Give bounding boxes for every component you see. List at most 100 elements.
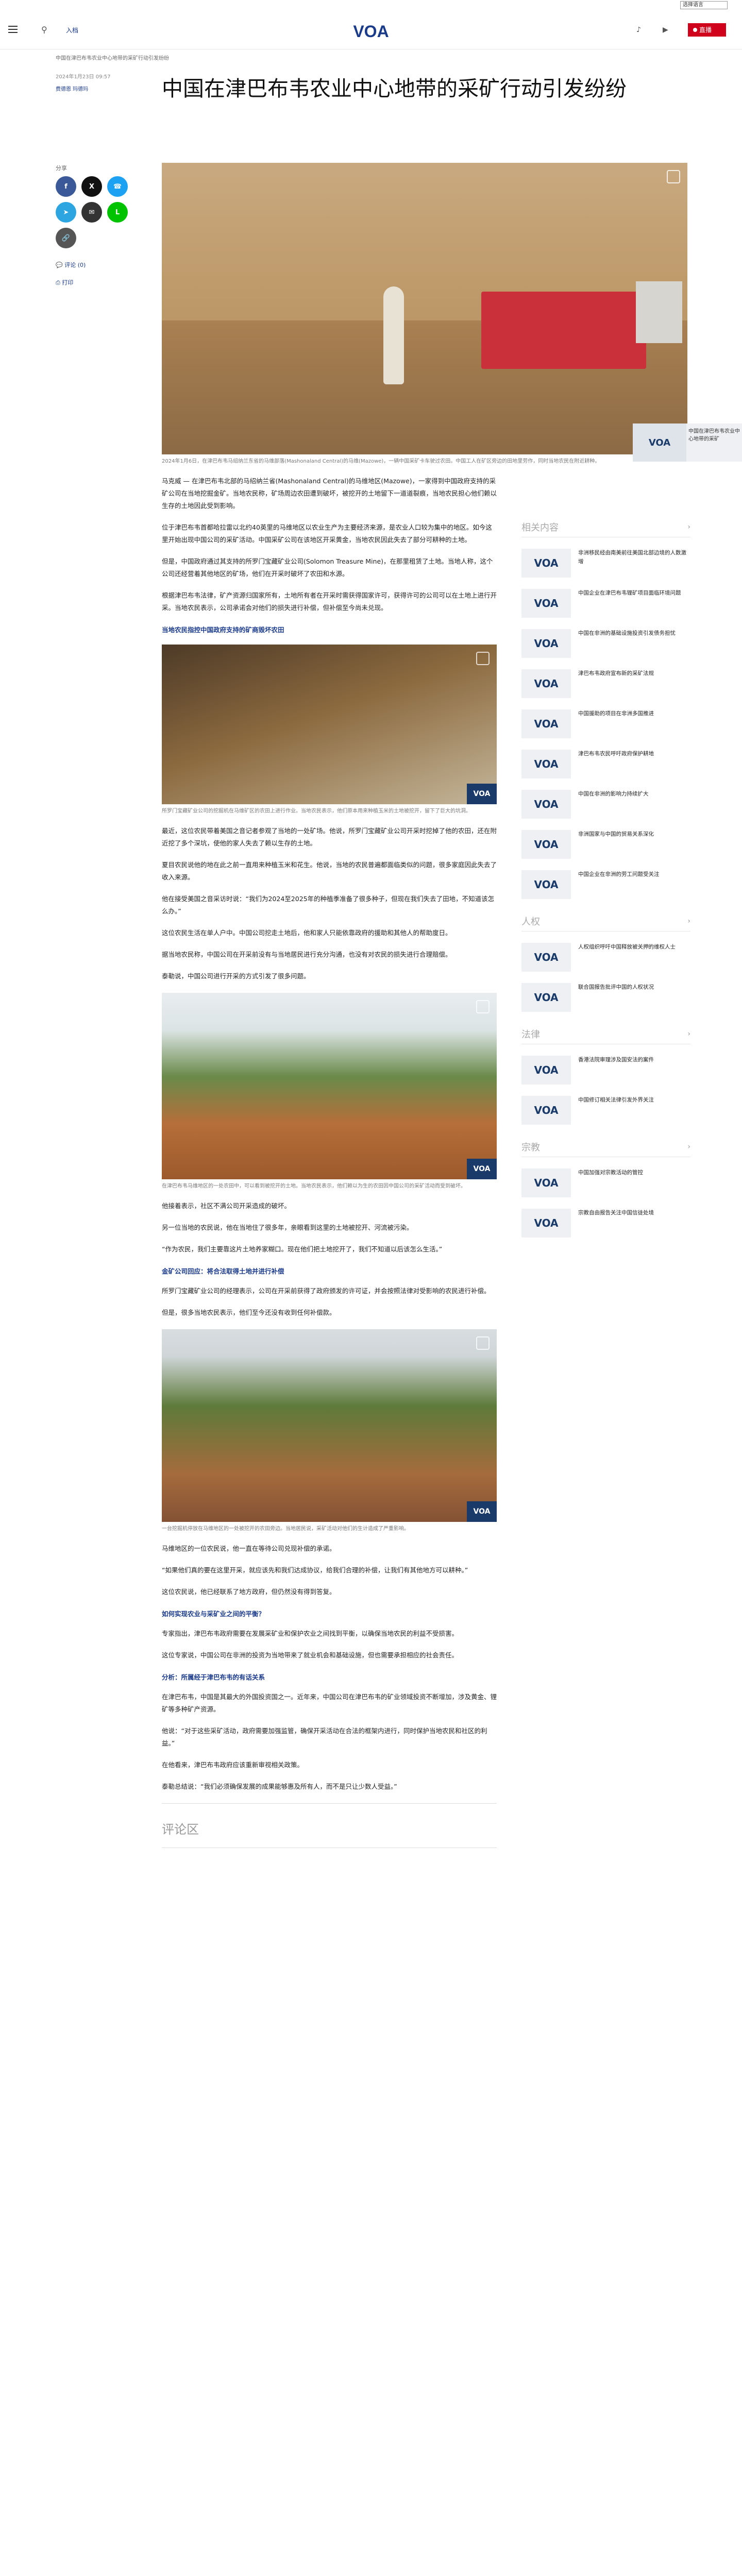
sidebar-article-item[interactable]: VOA 津巴布韦农民呼吁政府保护耕地 bbox=[521, 750, 690, 778]
video-title[interactable]: 中国在津巴布韦农业中心地带的采矿 bbox=[688, 428, 740, 443]
paragraph: 这位专家说，中国公司在非洲的投资为当地带来了就业机会和基础设施，但也需要承担相应… bbox=[162, 1651, 459, 1659]
sidebar-section: 宗教 › VOA 中国加强对宗教活动的管控 VOA 宗教自由报告关注中国信徒处境 bbox=[521, 1140, 690, 1238]
article-thumbnail[interactable]: VOA bbox=[521, 790, 571, 819]
expand-icon[interactable] bbox=[476, 1336, 490, 1350]
floating-video-player[interactable]: VOA 中国在津巴布韦农业中心地带的采矿 bbox=[633, 423, 742, 462]
sidebar-section-title[interactable]: 人权 › bbox=[521, 914, 690, 931]
chevron-right-icon[interactable]: › bbox=[687, 1143, 690, 1151]
chevron-right-icon[interactable]: › bbox=[687, 917, 690, 925]
sidebar-article-title[interactable]: 津巴布韦政府宣布新的采矿法规 bbox=[578, 669, 654, 698]
expand-icon[interactable] bbox=[476, 652, 490, 665]
sidebar-article-item[interactable]: VOA 中国企业在非洲的劳工问题受关注 bbox=[521, 870, 690, 899]
print-link[interactable]: ⎙ 打印 bbox=[56, 278, 73, 286]
comments-link[interactable]: 💬 评论 (0) bbox=[56, 261, 86, 269]
sidebar-article-title[interactable]: 宗教自由报告关注中国信徒处境 bbox=[578, 1209, 654, 1238]
author-link[interactable]: 费德恩 玛德玛 bbox=[56, 84, 88, 92]
publish-date: 2024年1月23日 09:57 bbox=[56, 74, 111, 80]
sidebar-article-item[interactable]: VOA 中国修订相关法律引发外界关注 bbox=[521, 1096, 690, 1125]
figure-image[interactable]: VOA bbox=[162, 993, 497, 1179]
figure-image[interactable]: VOA bbox=[162, 1329, 497, 1522]
sidebar-section-title[interactable]: 相关内容 › bbox=[521, 520, 690, 537]
sidebar-article-title[interactable]: 中国在非洲的基础设施投资引发债务担忧 bbox=[578, 629, 676, 658]
article-thumbnail[interactable]: VOA bbox=[521, 830, 571, 859]
hero-caption: 2024年1月6日，在津巴布韦马绍纳兰东省的马维部落(Mashonaland C… bbox=[162, 459, 600, 464]
article-thumbnail[interactable]: VOA bbox=[521, 1168, 571, 1197]
sidebar-article-title[interactable]: 非洲移民经由南美前往美国北部边境的人数激增 bbox=[578, 549, 690, 578]
figure-caption: 所罗门宝藏矿业公司的挖掘机在马维矿区的农田上进行作业。当地农民表示，他们原本用来… bbox=[162, 808, 471, 814]
paragraph: 泰勒说，中国公司进行开采的方式引发了很多问题。 bbox=[162, 972, 310, 980]
article-thumbnail[interactable]: VOA bbox=[521, 589, 571, 618]
article-thumbnail[interactable]: VOA bbox=[521, 549, 571, 578]
sidebar-article-title[interactable]: 人权组织呼吁中国释放被关押的维权人士 bbox=[578, 943, 676, 972]
article-thumbnail[interactable]: VOA bbox=[521, 709, 571, 738]
sidebar-article-title[interactable]: 中国企业在津巴布韦锂矿项目面临环境问题 bbox=[578, 589, 681, 618]
sidebar-section-title[interactable]: 宗教 › bbox=[521, 1140, 690, 1157]
sidebar-article-title[interactable]: 中国在非洲的影响力持续扩大 bbox=[578, 790, 649, 819]
expand-icon[interactable] bbox=[476, 1000, 490, 1013]
article-thumbnail[interactable]: VOA bbox=[521, 870, 571, 899]
line-icon[interactable]: L bbox=[107, 202, 128, 223]
sidebar-article-title[interactable]: 中国援助的项目在非洲多国推进 bbox=[578, 709, 654, 738]
paragraph: 他在接受美国之音采访时说：“我们为2024至2025年的种植季准备了很多种子，但… bbox=[162, 895, 495, 915]
sidebar-article-item[interactable]: VOA 中国在非洲的影响力持续扩大 bbox=[521, 790, 690, 819]
paragraph: 这位农民生活在单人户中。中国公司挖走土地后，他和家人只能依靠政府的援助和其他人的… bbox=[162, 929, 452, 937]
sidebar-article-item[interactable]: VOA 津巴布韦政府宣布新的采矿法规 bbox=[521, 669, 690, 698]
paragraph: 泰勒总结说：“我们必须确保发展的成果能够惠及所有人，而不是只让少数人受益。” bbox=[162, 1783, 397, 1790]
sidebar-article-title[interactable]: 非洲国家与中国的贸易关系深化 bbox=[578, 830, 654, 859]
whatsapp-icon[interactable]: ☎ bbox=[107, 176, 128, 197]
chevron-right-icon[interactable]: › bbox=[687, 523, 690, 531]
voa-logo-text: VOA bbox=[353, 22, 389, 41]
article-thumbnail[interactable]: VOA bbox=[521, 1056, 571, 1084]
breadcrumb[interactable]: 中国在津巴布韦农业中心地带的采矿行动引发纷纷 bbox=[56, 54, 169, 61]
article-thumbnail[interactable]: VOA bbox=[521, 943, 571, 972]
sidebar-article-item[interactable]: VOA 香港法院审理涉及国安法的案件 bbox=[521, 1056, 690, 1084]
sidebar-article-item[interactable]: VOA 宗教自由报告关注中国信徒处境 bbox=[521, 1209, 690, 1238]
sidebar-article-title[interactable]: 中国修订相关法律引发外界关注 bbox=[578, 1096, 654, 1125]
figure-image[interactable]: VOA bbox=[162, 645, 497, 804]
article-thumbnail[interactable]: VOA bbox=[521, 750, 571, 778]
telegram-icon[interactable]: ➤ bbox=[56, 202, 76, 223]
sidebar-article-title[interactable]: 中国加强对宗教活动的管控 bbox=[578, 1168, 643, 1197]
sidebar-article-item[interactable]: VOA 中国企业在津巴布韦锂矿项目面临环境问题 bbox=[521, 589, 690, 618]
sidebar-article-item[interactable]: VOA 非洲移民经由南美前往美国北部边境的人数激增 bbox=[521, 549, 690, 578]
voa-logo[interactable]: VOA bbox=[345, 20, 397, 42]
copy-link-icon[interactable]: 🔗 bbox=[56, 228, 76, 248]
sidebar-article-item[interactable]: VOA 联合国报告批评中国的人权状况 bbox=[521, 983, 690, 1012]
chevron-right-icon[interactable]: › bbox=[687, 1030, 690, 1038]
person-shape bbox=[383, 286, 404, 384]
sidebar-article-item[interactable]: VOA 中国加强对宗教活动的管控 bbox=[521, 1168, 690, 1197]
email-icon[interactable]: ✉ bbox=[81, 202, 102, 223]
article-thumbnail[interactable]: VOA bbox=[521, 629, 571, 658]
sidebar-article-item[interactable]: VOA 非洲国家与中国的贸易关系深化 bbox=[521, 830, 690, 859]
expand-icon[interactable] bbox=[667, 170, 680, 183]
article-thumbnail[interactable]: VOA bbox=[521, 1209, 571, 1238]
video-icon[interactable]: ▶ bbox=[663, 26, 668, 34]
x-twitter-icon[interactable]: X bbox=[81, 176, 102, 197]
sidebar-article-title[interactable]: 中国企业在非洲的劳工问题受关注 bbox=[578, 870, 660, 899]
facebook-icon[interactable]: f bbox=[56, 176, 76, 197]
paragraph: “作为农民，我们主要靠这片土地养家糊口。现在他们把土地挖开了，我们不知道以后该怎… bbox=[162, 1245, 443, 1253]
article-thumbnail[interactable]: VOA bbox=[521, 1096, 571, 1125]
sidebar-article-title[interactable]: 津巴布韦农民呼吁政府保护耕地 bbox=[578, 750, 654, 778]
paragraph: 他接着表示，社区不满公司开采造成的破坏。 bbox=[162, 1202, 291, 1210]
menu-icon[interactable] bbox=[8, 26, 18, 35]
archive-link[interactable]: 入档 bbox=[66, 26, 78, 35]
sidebar-article-item[interactable]: VOA 中国援助的项目在非洲多国推进 bbox=[521, 709, 690, 738]
sidebar-article-title[interactable]: 香港法院审理涉及国安法的案件 bbox=[578, 1056, 654, 1084]
video-thumbnail[interactable]: VOA bbox=[633, 423, 686, 462]
subheading: 如何实现农业与采矿业之间的平衡？ bbox=[162, 1610, 265, 1618]
language-select[interactable]: 选择语言 bbox=[680, 1, 728, 9]
article-thumbnail[interactable]: VOA bbox=[521, 983, 571, 1012]
article-thumbnail[interactable]: VOA bbox=[521, 669, 571, 698]
sidebar-section-title[interactable]: 法律 › bbox=[521, 1027, 690, 1044]
audio-icon[interactable]: ♪ bbox=[636, 26, 641, 34]
sidebar-article-item[interactable]: VOA 中国在非洲的基础设施投资引发债务担忧 bbox=[521, 629, 690, 658]
paragraph: 另一位当地的农民说，他在当地住了很多年，亲眼看到这里的土地被挖开、河流被污染。 bbox=[162, 1224, 413, 1231]
search-icon[interactable]: ⚲ bbox=[41, 25, 47, 35]
sidebar-article-title[interactable]: 联合国报告批评中国的人权状况 bbox=[578, 983, 654, 1012]
comments-heading: 评论区 bbox=[162, 1822, 199, 1837]
live-button[interactable]: 直播 bbox=[688, 23, 726, 37]
hero-image[interactable] bbox=[162, 163, 687, 454]
sidebar-article-item[interactable]: VOA 人权组织呼吁中国释放被关押的维权人士 bbox=[521, 943, 690, 972]
paragraph: 最近，这位农民带着美国之音记者参观了当地的一处矿场。他说，所罗门宝藏矿业公司开采… bbox=[162, 827, 497, 847]
